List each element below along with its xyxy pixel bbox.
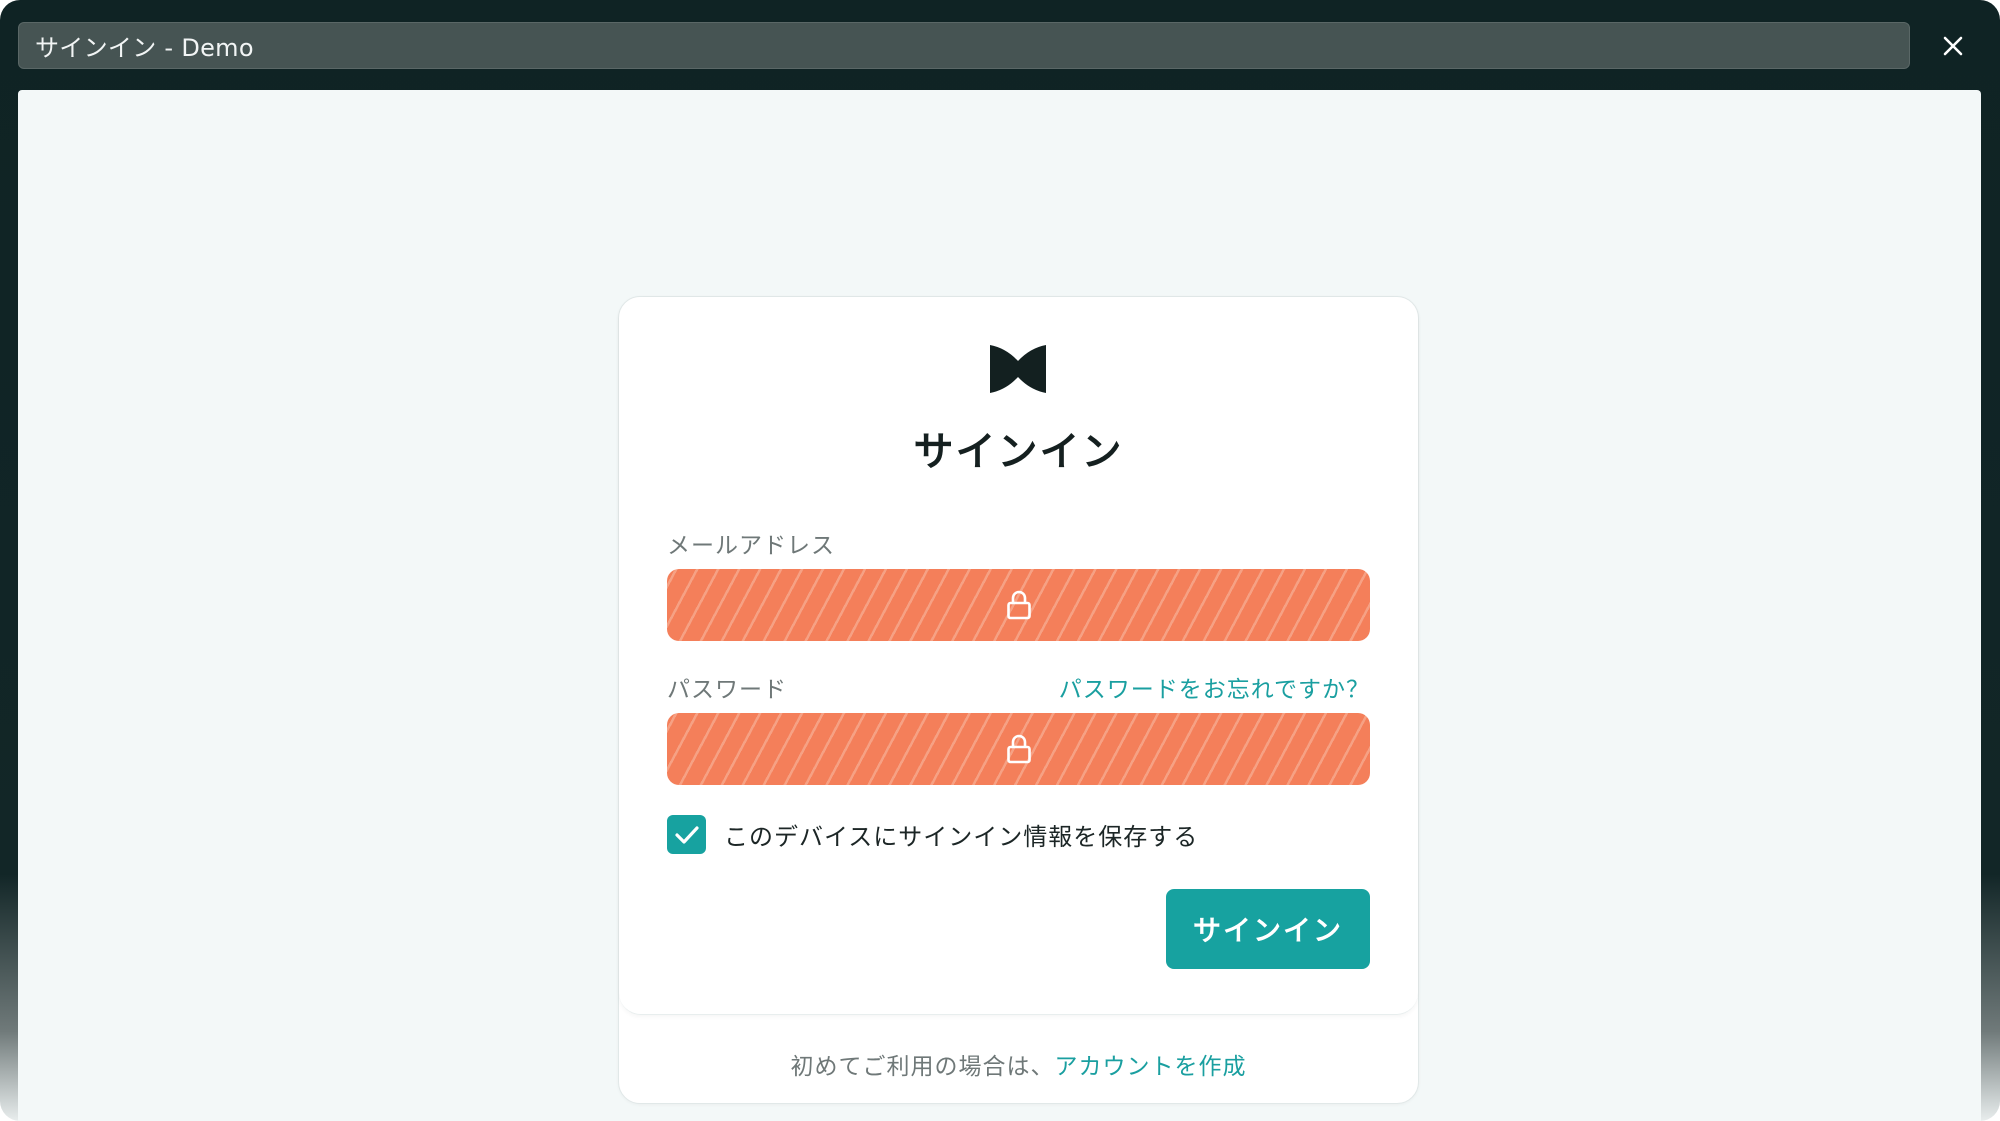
signup-prompt: 初めてご利用の場合は、アカウントを作成 [619,1047,1418,1081]
remember-device-option[interactable]: このデバイスにサインイン情報を保存する [667,815,1198,854]
lock-icon [1006,734,1031,764]
brand-logo-icon [990,345,1046,393]
signin-card: サインイン メールアドレス パスワード パスワードをお忘れですか？ このデバイス… [618,296,1419,1104]
forgot-password-link[interactable]: パスワードをお忘れですか？ [1059,670,1370,704]
checkmark-icon [674,825,699,844]
signin-button[interactable]: サインイン [1166,889,1370,969]
close-button[interactable] [1935,28,1971,64]
page-viewport: サインイン メールアドレス パスワード パスワードをお忘れですか？ このデバイス… [18,90,1981,1121]
create-account-link[interactable]: アカウントを作成 [1055,1054,1247,1080]
window-title: サインイン - Demo [35,34,254,62]
close-icon [1943,36,1963,56]
remember-device-checkbox[interactable] [667,815,706,854]
password-label: パスワード [667,677,787,703]
email-field[interactable] [667,569,1370,641]
lock-icon [1006,590,1031,620]
email-label: メールアドレス [667,533,835,559]
title-bar: サインイン - Demo [18,22,1910,69]
remember-device-label: このデバイスにサインイン情報を保存する [724,823,1199,851]
page-title: サインイン [913,429,1124,475]
app-window: サインイン - Demo サインイン メールアドレス パスワード パスワードをお… [0,0,2000,1121]
signin-form: サインイン メールアドレス パスワード パスワードをお忘れですか？ このデバイス… [619,297,1418,1015]
password-field[interactable] [667,713,1370,785]
signup-prompt-text: 初めてご利用の場合は、 [790,1054,1055,1080]
